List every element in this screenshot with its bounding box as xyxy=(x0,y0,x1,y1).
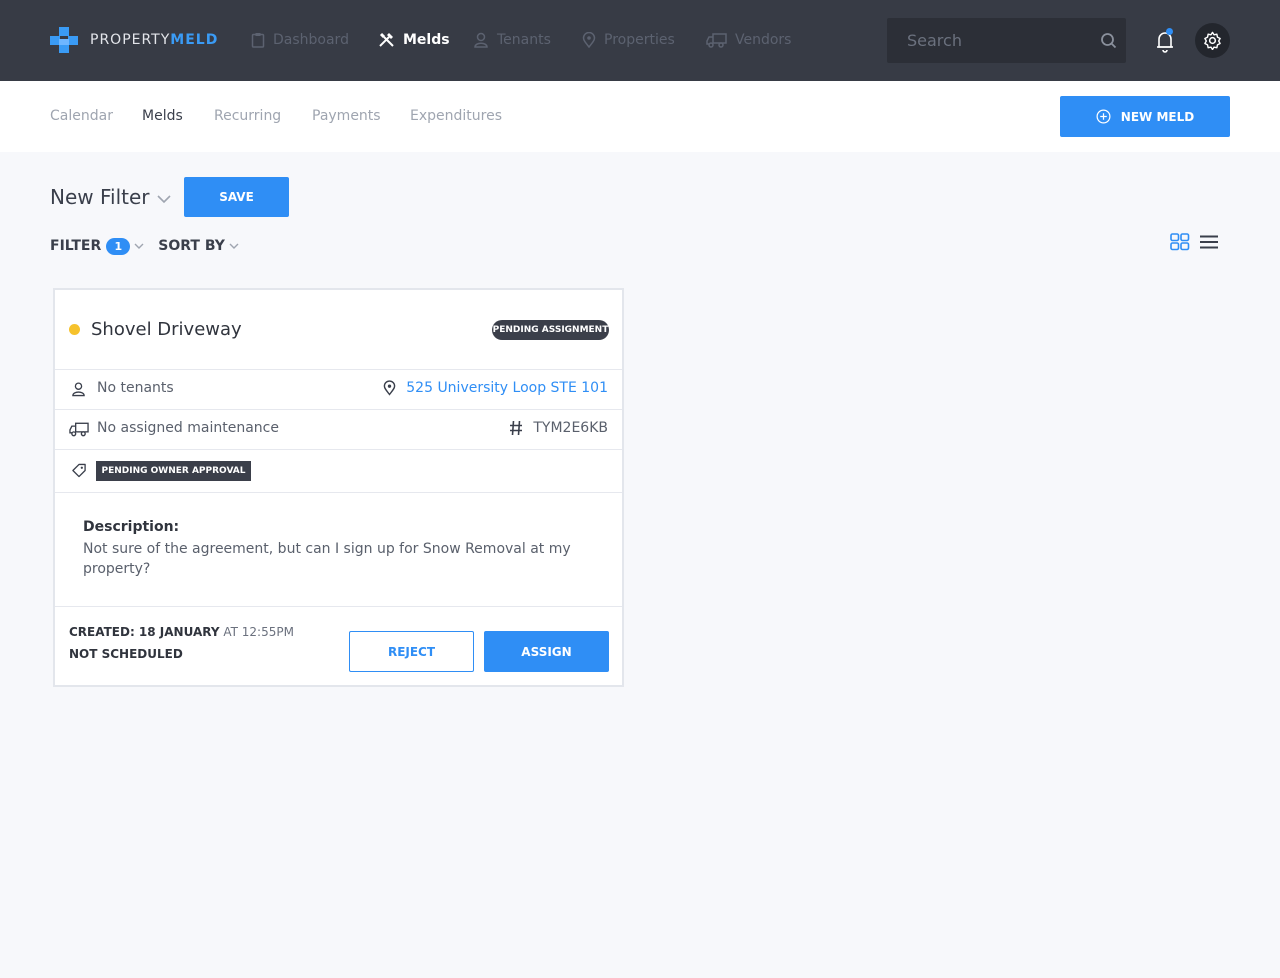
filter-name: New Filter xyxy=(50,185,150,209)
person-icon xyxy=(474,32,488,48)
schedule-status: NOT SCHEDULED xyxy=(69,647,183,661)
truck-icon xyxy=(706,33,727,48)
meld-id: TYM2E6KB xyxy=(509,420,608,436)
meld-description: Description: Not sure of the agreement, … xyxy=(55,493,622,607)
map-pin-icon xyxy=(383,380,396,396)
nav-dashboard-label: Dashboard xyxy=(273,32,349,48)
notification-bell-icon[interactable] xyxy=(1152,27,1178,55)
meld-card-footer: CREATED: 18 JANUARY AT 12:55PM NOT SCHED… xyxy=(55,607,622,685)
clipboard-icon xyxy=(251,33,265,48)
status-dot xyxy=(69,324,80,335)
list-view-icon[interactable] xyxy=(1200,235,1218,249)
meld-card[interactable]: Shovel Driveway PENDING ASSIGNMENT No te… xyxy=(53,288,624,687)
nav-properties-label: Properties xyxy=(604,32,675,48)
subnav-recurring[interactable]: Recurring xyxy=(214,108,281,124)
meld-title[interactable]: Shovel Driveway xyxy=(91,319,242,340)
assign-label: ASSIGN xyxy=(521,644,572,659)
map-pin-icon xyxy=(582,32,596,48)
filter-toggle[interactable]: FILTER 1 xyxy=(50,237,144,255)
created-date: CREATED: 18 JANUARY AT 12:55PM xyxy=(69,625,294,639)
assign-button[interactable]: ASSIGN xyxy=(484,631,609,672)
sort-label: SORT BY xyxy=(158,238,225,254)
search-icon[interactable] xyxy=(1100,32,1118,50)
nav-vendors[interactable]: Vendors xyxy=(706,30,791,50)
sort-toggle[interactable]: SORT BY xyxy=(158,238,239,254)
chevron-down-icon xyxy=(156,194,171,203)
meld-id-value: TYM2E6KB xyxy=(533,420,608,436)
search-placeholder: Search xyxy=(907,31,962,50)
tenants-value: No tenants xyxy=(97,380,174,396)
property-address[interactable]: 525 University Loop STE 101 xyxy=(383,380,608,396)
search-input[interactable]: Search xyxy=(887,18,1126,63)
tag-icon xyxy=(72,463,86,478)
brand-logo[interactable]: PROPERTYMELD xyxy=(50,27,218,53)
description-label: Description: xyxy=(83,519,180,535)
hash-icon xyxy=(510,420,523,436)
meld-card-header: Shovel Driveway PENDING ASSIGNMENT xyxy=(55,290,622,370)
chevron-down-icon xyxy=(134,243,144,249)
address-link[interactable]: 525 University Loop STE 101 xyxy=(406,380,608,396)
nav-properties[interactable]: Properties xyxy=(582,30,675,50)
filter-selector[interactable]: New Filter xyxy=(50,185,172,209)
gear-icon xyxy=(1204,31,1221,50)
reject-label: REJECT xyxy=(387,644,436,659)
nav-melds-label: Melds xyxy=(403,32,450,48)
person-icon xyxy=(72,382,85,397)
new-meld-label: NEW MELD xyxy=(1120,109,1195,124)
property-meld-logo-icon xyxy=(50,27,78,53)
save-filter-label: SAVE xyxy=(219,190,254,204)
filter-count-badge: 1 xyxy=(106,237,131,255)
save-filter-button[interactable]: SAVE xyxy=(184,177,289,217)
brand-name: PROPERTYMELD xyxy=(90,32,219,48)
notification-indicator xyxy=(1166,28,1173,35)
settings-button[interactable] xyxy=(1195,23,1230,58)
chevron-down-icon xyxy=(229,243,239,249)
owner-approval-tag: PENDING OWNER APPROVAL xyxy=(96,461,251,481)
filter-sort-row: FILTER 1 SORT BY xyxy=(50,236,239,256)
new-meld-button[interactable]: NEW MELD xyxy=(1060,96,1230,137)
plus-circle-icon xyxy=(1096,109,1111,124)
maintenance-value: No assigned maintenance xyxy=(97,420,279,436)
meld-row-tags: PENDING OWNER APPROVAL xyxy=(55,450,622,493)
nav-melds[interactable]: Melds xyxy=(378,30,450,50)
sub-nav: Calendar Melds Recurring Payments Expend… xyxy=(0,81,1280,152)
filter-label: FILTER xyxy=(50,238,102,254)
truck-icon xyxy=(69,422,89,437)
status-badge: PENDING ASSIGNMENT xyxy=(492,320,609,340)
tools-icon xyxy=(379,32,394,47)
grid-view-icon[interactable] xyxy=(1170,233,1190,251)
top-nav: PROPERTYMELD Dashboard Melds Tenants Pro… xyxy=(0,0,1280,81)
reject-button[interactable]: REJECT xyxy=(349,631,474,672)
meld-row-tenants: No tenants 525 University Loop STE 101 xyxy=(55,370,622,410)
subnav-melds[interactable]: Melds xyxy=(142,108,183,124)
nav-vendors-label: Vendors xyxy=(735,32,792,48)
nav-dashboard[interactable]: Dashboard xyxy=(251,30,349,50)
meld-row-maintenance: No assigned maintenance TYM2E6KB xyxy=(55,410,622,450)
description-text: Not sure of the agreement, but can I sig… xyxy=(83,541,571,577)
nav-tenants-label: Tenants xyxy=(497,32,551,48)
subnav-expenditures[interactable]: Expenditures xyxy=(410,108,502,124)
nav-tenants[interactable]: Tenants xyxy=(473,30,551,50)
subnav-payments[interactable]: Payments xyxy=(312,108,381,124)
subnav-calendar[interactable]: Calendar xyxy=(50,108,113,124)
